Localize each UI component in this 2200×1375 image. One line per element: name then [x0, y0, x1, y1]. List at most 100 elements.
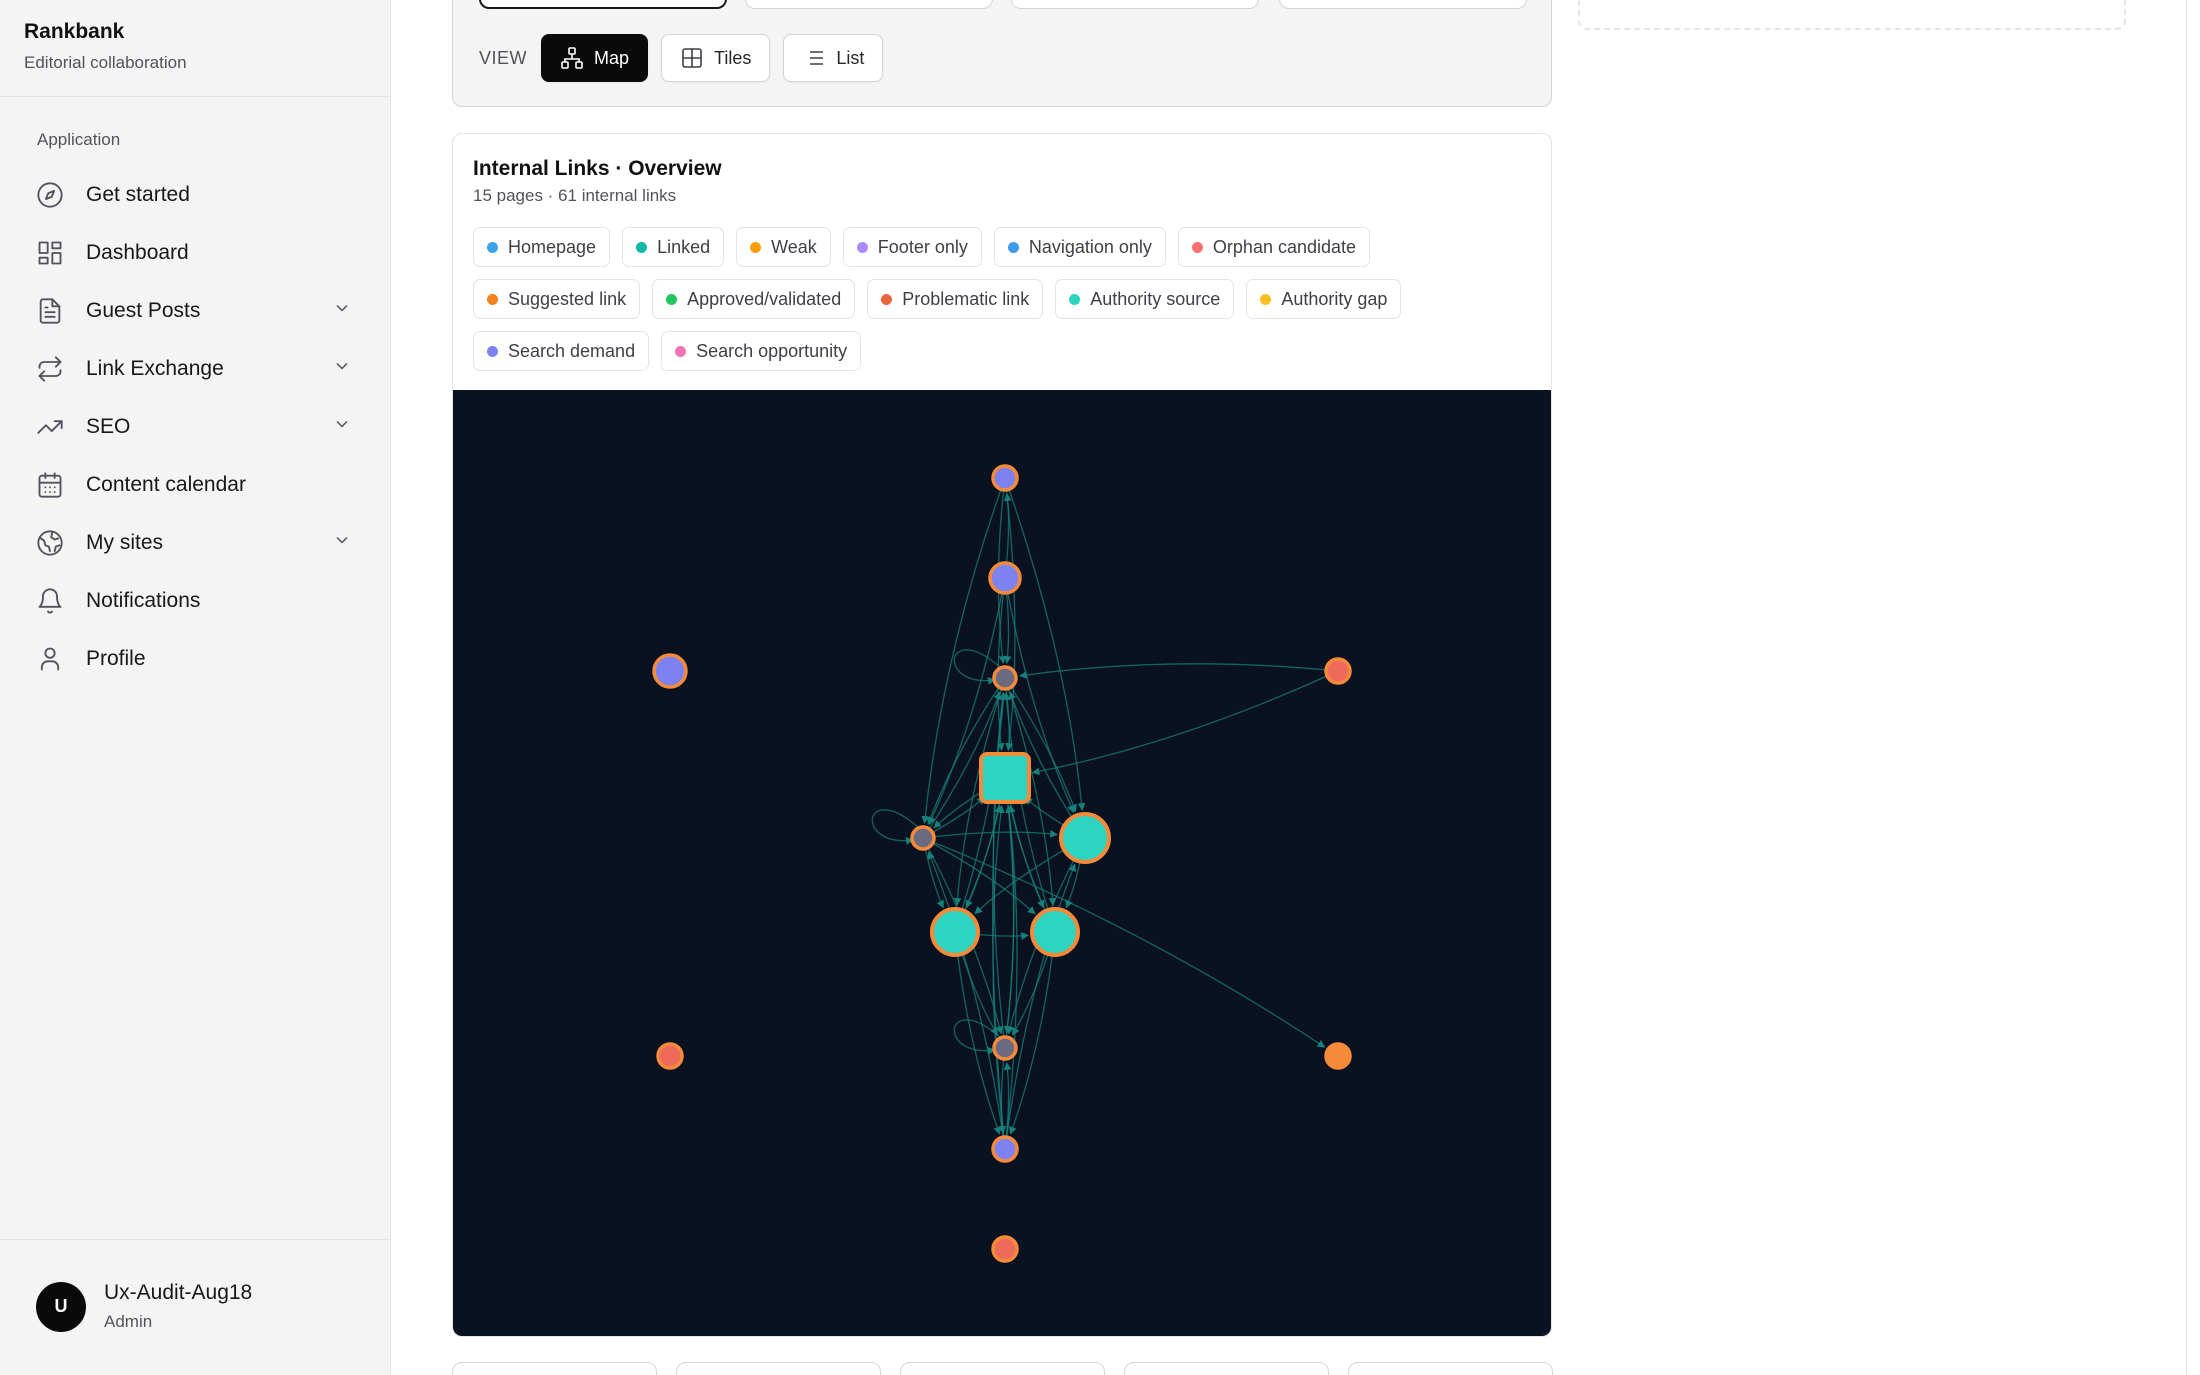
legend-chip-authority-gap[interactable]: Authority gap — [1246, 279, 1402, 319]
legend-dot — [750, 241, 762, 253]
legend-chip-authority-source[interactable]: Authority source — [1055, 279, 1235, 319]
legend-dot — [1191, 241, 1203, 253]
bell-icon — [36, 587, 64, 615]
legend-label: Authority source — [1090, 288, 1221, 309]
filter-field[interactable] — [1279, 0, 1527, 9]
sitemap-icon — [561, 47, 583, 69]
view-switcher: VIEW Map Tiles List — [479, 34, 896, 82]
user-info: Ux-Audit-Aug18 Admin — [104, 1281, 252, 1332]
bottom-card-tab[interactable] — [452, 1362, 657, 1375]
chevron-down-icon[interactable] — [332, 530, 352, 556]
sidebar-item-my-sites[interactable]: My sites — [24, 514, 364, 572]
legend-chip-search-demand[interactable]: Search demand — [473, 331, 650, 371]
legend-chip-linked[interactable]: Linked — [622, 227, 725, 267]
sidebar-item-dashboard[interactable]: Dashboard — [24, 224, 364, 282]
view-tiles-button[interactable]: Tiles — [661, 34, 771, 82]
legend-label: Approved/validated — [687, 288, 842, 309]
graph-node[interactable] — [910, 825, 936, 851]
graph-node[interactable] — [652, 653, 688, 689]
sidebar-item-link-exchange[interactable]: Link Exchange — [24, 340, 364, 398]
filter-field[interactable] — [1011, 0, 1259, 9]
filter-field-active[interactable] — [479, 0, 727, 9]
legend-chip-orphan-candidate[interactable]: Orphan candidate — [1177, 227, 1371, 267]
bottom-card-tab[interactable] — [1348, 1362, 1553, 1375]
legend-label: Search demand — [508, 340, 636, 361]
compass-icon — [36, 181, 64, 209]
graph-node[interactable] — [992, 665, 1018, 691]
calendar-icon — [36, 471, 64, 499]
exchange-icon — [36, 355, 64, 383]
legend-dot — [666, 293, 678, 305]
user-menu[interactable]: U Ux-Audit-Aug18 Admin — [36, 1281, 252, 1332]
legend-dot — [1007, 241, 1019, 253]
graph-node[interactable] — [1030, 907, 1080, 957]
legend-dot — [487, 345, 498, 357]
page-edge — [2186, 0, 2187, 1375]
graph-edges — [871, 477, 1339, 1150]
legend-chip-search-opportunity[interactable]: Search opportunity — [661, 331, 862, 371]
graph-node[interactable] — [656, 1042, 684, 1070]
card-subtitle: 15 pages · 61 internal links — [473, 186, 677, 205]
sidebar-nav: Get started Dashboard Guest Posts Link E… — [24, 166, 364, 688]
graph-node[interactable] — [991, 1135, 1019, 1163]
sidebar-item-content-calendar[interactable]: Content calendar — [24, 456, 364, 514]
sidebar-item-label: SEO — [86, 415, 131, 438]
chevron-down-icon[interactable] — [332, 356, 352, 382]
graph-edge — [992, 805, 1006, 1150]
legend-chip-suggested-link[interactable]: Suggested link — [473, 279, 641, 319]
legend-chip-problematic-link[interactable]: Problematic link — [867, 279, 1044, 319]
sidebar-item-profile[interactable]: Profile — [24, 630, 364, 688]
user-name: Ux-Audit-Aug18 — [104, 1281, 253, 1304]
link-graph[interactable] — [453, 390, 1551, 1336]
view-list-button[interactable]: List — [783, 34, 884, 82]
graph-node[interactable] — [991, 1235, 1019, 1263]
sidebar-item-notifications[interactable]: Notifications — [24, 572, 364, 630]
legend-dot — [636, 241, 648, 253]
legend-label: Search opportunity — [696, 340, 848, 361]
graph-node[interactable] — [1324, 1042, 1352, 1070]
sidebar-item-label: Dashboard — [86, 241, 189, 264]
graph-node[interactable] — [1059, 812, 1111, 864]
legend-label: Orphan candidate — [1212, 236, 1357, 257]
view-map-button[interactable]: Map — [541, 34, 649, 82]
legend-chip-navigation-only[interactable]: Navigation only — [993, 227, 1166, 267]
legend-chip-homepage[interactable]: Homepage — [473, 227, 611, 267]
trending-up-icon — [36, 413, 64, 441]
bottom-card-tab[interactable] — [676, 1362, 881, 1375]
legend-label: Linked — [657, 236, 711, 257]
chevron-down-icon[interactable] — [332, 298, 352, 324]
bottom-card-tab[interactable] — [1124, 1362, 1329, 1375]
bottom-card-tab[interactable] — [900, 1362, 1105, 1375]
legend-dot — [487, 293, 498, 305]
sidebar-item-label: Get started — [86, 183, 190, 206]
legend-chip-approved-validated[interactable]: Approved/validated — [652, 279, 856, 319]
graph-node[interactable] — [991, 464, 1019, 492]
side-panel-placeholder — [1578, 0, 2126, 30]
legend-label: Authority gap — [1281, 288, 1388, 309]
legend-chip-footer-only[interactable]: Footer only — [842, 227, 982, 267]
legend: Homepage Linked Weak Footer only Navigat… — [473, 227, 1473, 371]
sidebar-item-guest-posts[interactable]: Guest Posts — [24, 282, 364, 340]
chevron-down-icon[interactable] — [332, 414, 352, 440]
graph-node[interactable] — [988, 561, 1022, 595]
legend-dot — [881, 293, 893, 305]
legend-dot — [675, 345, 687, 357]
sidebar-item-get-started[interactable]: Get started — [24, 166, 364, 224]
view-tiles-label: Tiles — [714, 47, 752, 68]
link-graph-canvas[interactable] — [453, 390, 1551, 1336]
sidebar-item-label: Guest Posts — [86, 299, 201, 322]
legend-dot — [1260, 293, 1272, 305]
graph-node[interactable] — [930, 907, 980, 957]
legend-label: Suggested link — [508, 288, 627, 309]
sidebar-item-label: Link Exchange — [86, 357, 224, 380]
view-label: VIEW — [479, 47, 528, 68]
graph-edge — [922, 829, 1058, 839]
dashboard-icon — [36, 239, 64, 267]
graph-node[interactable] — [992, 1035, 1018, 1061]
sidebar-item-seo[interactable]: SEO — [24, 398, 364, 456]
graph-node-homepage[interactable] — [979, 752, 1031, 804]
legend-chip-weak[interactable]: Weak — [736, 227, 831, 267]
filter-field[interactable] — [745, 0, 993, 9]
graph-edge — [1031, 670, 1339, 776]
graph-node[interactable] — [1324, 657, 1352, 685]
